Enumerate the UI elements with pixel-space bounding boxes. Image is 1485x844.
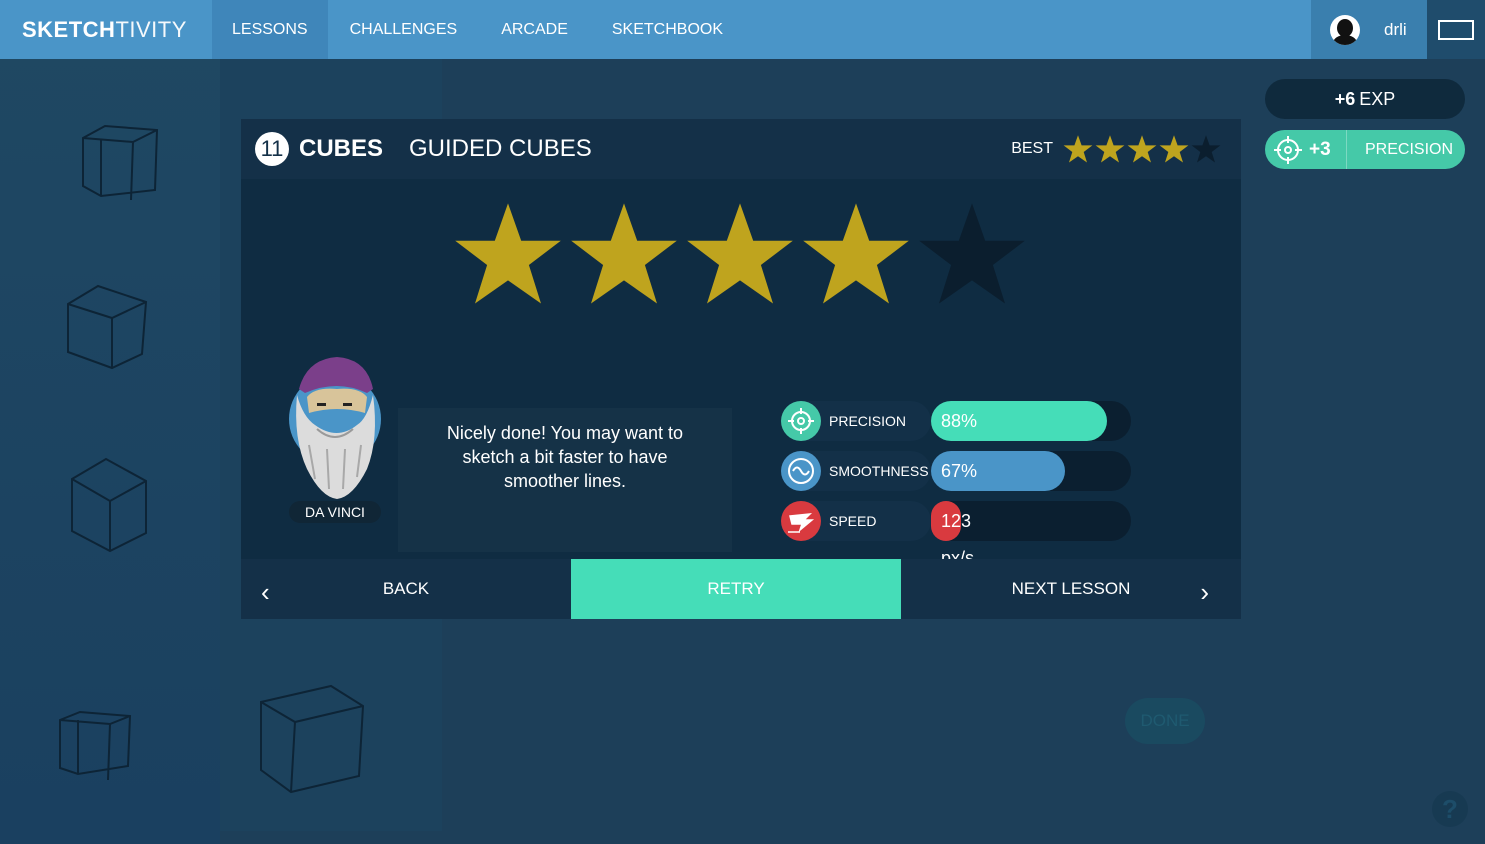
back-button[interactable]: ‹ BACK [241, 559, 571, 619]
best-label: BEST [1011, 140, 1053, 157]
best-star-list [1061, 134, 1221, 164]
exp-amount: +6 [1334, 88, 1356, 109]
star-empty-icon [1191, 135, 1221, 163]
window-toggle-button[interactable] [1427, 0, 1485, 59]
exp-label: EXP [1359, 88, 1396, 109]
back-label: BACK [382, 579, 430, 598]
stat-label: SPEED [829, 513, 877, 529]
da-vinci-portrait [289, 357, 381, 499]
background-cube-4 [59, 710, 132, 781]
lesson-title: GUIDED CUBES [409, 135, 592, 162]
precision-reward-badge: +3 PRECISION [1265, 130, 1465, 169]
star-filled-icon [455, 203, 561, 304]
mentor-message: Nicely done! You may want to sketch a bi… [398, 408, 732, 552]
stat-smoothness: SMOOTHNESS 67% [781, 451, 1131, 491]
chevron-left-icon: ‹ [261, 577, 270, 607]
lesson-result-card: 11 CUBES GUIDED CUBES BEST DA VINCI Nice… [241, 119, 1241, 619]
target-icon [1274, 135, 1302, 164]
lesson-action-bar: ‹ BACK RETRY NEXT LESSON › [241, 559, 1241, 619]
lesson-header: 11 CUBES GUIDED CUBES BEST [241, 119, 1241, 179]
stat-speed: SPEED 123 [781, 501, 1131, 541]
background-cube-3 [71, 457, 147, 553]
best-rating: BEST [1011, 119, 1221, 179]
user-avatar-icon [1330, 14, 1360, 45]
background-done-button: DONE [1125, 698, 1205, 744]
nav-item-lessons[interactable]: LESSONS [212, 0, 328, 59]
retry-button[interactable]: RETRY [571, 559, 901, 619]
mentor-name: DA VINCI [289, 501, 381, 523]
precision-gain: +3 [1309, 138, 1331, 160]
stat-bar-track: 88% [931, 401, 1131, 441]
star-filled-icon [1095, 135, 1125, 163]
star-filled-icon [1159, 135, 1189, 163]
lesson-number-badge: 11 [255, 132, 289, 166]
next-lesson-button[interactable]: NEXT LESSON › [901, 559, 1241, 619]
stat-bar-track: 123 [931, 501, 1131, 541]
nav-item-arcade[interactable]: ARCADE [479, 0, 590, 59]
star-filled-icon [687, 203, 793, 304]
precision-reward-label: PRECISION [1365, 140, 1454, 158]
stat-value: 123 [941, 510, 972, 531]
lesson-category: CUBES [299, 135, 384, 162]
app-logo[interactable]: SKETCH TIVITY [0, 0, 212, 59]
chevron-right-icon: › [1200, 577, 1209, 607]
retry-label: RETRY [707, 579, 765, 598]
top-navigation-bar: SKETCH TIVITY LESSONS CHALLENGES ARCADE S… [0, 0, 1485, 59]
lesson-result-body: DA VINCI Nicely done! You may want to sk… [241, 179, 1241, 568]
stat-value: 67% [941, 460, 978, 481]
stat-value: 88% [941, 410, 978, 431]
stat-label: SMOOTHNESS [829, 463, 929, 479]
star-filled-icon [1127, 135, 1157, 163]
star-filled-icon [803, 203, 909, 304]
nav-item-challenges[interactable]: CHALLENGES [328, 0, 480, 59]
logo-text-light: TIVITY [115, 16, 187, 42]
window-toggle-icon [1438, 19, 1474, 40]
username-label: drli [1384, 19, 1407, 39]
help-button[interactable]: ? [1432, 791, 1468, 827]
stat-precision: PRECISION 88% [781, 401, 1131, 441]
star-empty-icon [919, 203, 1025, 304]
next-lesson-label: NEXT LESSON [1011, 579, 1131, 598]
star-filled-icon [1063, 135, 1093, 163]
wave-icon [781, 451, 821, 491]
target-icon [781, 401, 821, 441]
background-cube-1 [82, 124, 159, 201]
stat-bar-track: 67% [931, 451, 1131, 491]
user-profile-button[interactable]: drli [1311, 0, 1427, 59]
exp-reward-badge: +6 EXP [1265, 79, 1465, 119]
speed-wing-icon [781, 501, 821, 541]
background-cube-2 [67, 284, 148, 370]
earned-star-list [453, 199, 1033, 309]
stat-label: PRECISION [829, 413, 907, 429]
background-cube-5 [260, 684, 365, 794]
star-filled-icon [571, 203, 677, 304]
logo-text-bold: SKETCH [22, 16, 116, 42]
nav-item-sketchbook[interactable]: SKETCHBOOK [590, 0, 745, 59]
